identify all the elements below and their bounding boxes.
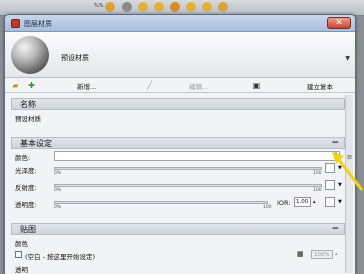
name-row: 预设材质 [11, 110, 345, 123]
texture-section: 贴图 − 颜色 (空白 - 按这里开始设定) ▦ 100% ▴ 透明 [11, 223, 345, 274]
collapse-icon[interactable]: − [331, 224, 339, 235]
texture-color-checkbox[interactable] [15, 251, 22, 258]
name-section-title: 名称 [20, 100, 36, 109]
copy-icon[interactable]: ▣ [252, 81, 261, 90]
close-button[interactable]: ✕ [327, 17, 351, 29]
texture-transparency-row: 透明 [11, 261, 345, 274]
transparency-row: 透明度: 0% 100 IOR: 1.00 ▴ ▼ [11, 196, 345, 213]
tool-icon[interactable] [218, 2, 228, 12]
add-icon[interactable]: ✚ [27, 81, 36, 90]
texture-transparency-label: 透明 [15, 266, 28, 274]
transparency-slider-min: 0% [54, 205, 62, 210]
reflection-row: 反射度: 0% 100 ▼ [11, 179, 345, 196]
window-title: 图层材质 [24, 20, 52, 28]
folder-icon[interactable]: ▰ [11, 81, 20, 90]
new-button[interactable]: 新增... [77, 81, 96, 91]
name-section-header[interactable]: 名称 [11, 98, 345, 110]
transparency-label: 透明度: [15, 201, 37, 209]
color-label: 颜色: [15, 154, 31, 162]
chevron-down-icon[interactable]: ▼ [338, 199, 342, 205]
name-section: 名称 预设材质 [11, 98, 345, 123]
collapse-icon[interactable]: − [331, 138, 339, 149]
material-name-value[interactable]: 预设材质 [15, 113, 41, 123]
gloss-row: 光泽度: 0% 100 ▼ [11, 162, 345, 179]
material-sphere-preview [11, 36, 49, 74]
stepper-icon[interactable]: ▴ [335, 251, 338, 257]
tool-icon[interactable] [138, 2, 148, 12]
tool-icon[interactable] [186, 2, 196, 12]
tool-icon[interactable] [122, 2, 132, 12]
ior-stepper-icon[interactable]: ▴ [313, 199, 316, 205]
transparency-slider[interactable] [54, 201, 268, 204]
texture-color-label: 颜色 [15, 240, 28, 248]
annotation-arrow-icon [332, 152, 364, 191]
color-picker-field[interactable]: ▼ [54, 151, 340, 161]
basic-settings-section: 基本设定 − 颜色: ▼ 光泽度: 0% 100 ▼ 反射度: 0% 100 ▼ [11, 137, 345, 213]
gloss-slider[interactable] [54, 167, 322, 170]
gloss-label: 光泽度: [15, 167, 37, 175]
reflection-slider-min: 0% [54, 188, 62, 193]
texture-section-header[interactable]: 贴图 − [11, 223, 345, 235]
basic-settings-title: 基本设定 [20, 139, 52, 148]
app-icon [11, 19, 20, 28]
title-bar: 图层材质 ✕ [5, 15, 355, 32]
gloss-slider-min: 0% [54, 171, 62, 176]
reflection-slider-max: 100 [313, 188, 322, 193]
color-row: 颜色: ▼ [11, 149, 345, 162]
preset-material-name: 预设材质 [61, 54, 89, 62]
create-copy-button[interactable]: 建立复本 [307, 81, 333, 91]
texture-percent-input[interactable]: 100% [311, 250, 333, 259]
tool-icon[interactable] [154, 2, 164, 12]
basic-settings-header[interactable]: 基本设定 − [11, 137, 345, 149]
texture-section-title: 贴图 [20, 225, 36, 234]
tool-icon[interactable] [170, 2, 180, 12]
tool-icon[interactable] [105, 2, 115, 12]
material-preview-header[interactable]: 预设材质 ▼ [5, 32, 355, 78]
layer-material-dialog: 图层材质 ✕ 预设材质 ▼ ▰ ✚ 新增... ╱ 编辑... ▣ 建立复本 名… [4, 14, 356, 274]
edit-button: 编辑... [189, 83, 209, 91]
tool-icon[interactable] [202, 2, 212, 12]
pencil-icon: ╱ [147, 81, 152, 90]
material-toolbar: ▰ ✚ 新增... ╱ 编辑... ▣ 建立复本 [5, 78, 355, 93]
toolbar-percent-text: %% [94, 3, 104, 9]
texture-color-row: (空白 - 按这里开始设定) ▦ 100% ▴ [11, 248, 345, 261]
transparency-slider-max: 100 [263, 205, 272, 210]
texture-color-label-row: 颜色 [11, 235, 345, 248]
reflection-slider[interactable] [54, 184, 322, 187]
gloss-slider-max: 100 [313, 171, 322, 176]
texture-color-hint[interactable]: (空白 - 按这里开始设定) [25, 251, 95, 261]
chevron-down-icon[interactable]: ▼ [345, 55, 350, 62]
transparency-color-swatch[interactable] [325, 197, 335, 207]
texture-edit-icon[interactable]: ▦ [297, 250, 304, 258]
reflection-label: 反射度: [15, 184, 37, 192]
ior-input[interactable]: 1.00 [294, 197, 311, 207]
ior-label: IOR: [277, 199, 291, 207]
